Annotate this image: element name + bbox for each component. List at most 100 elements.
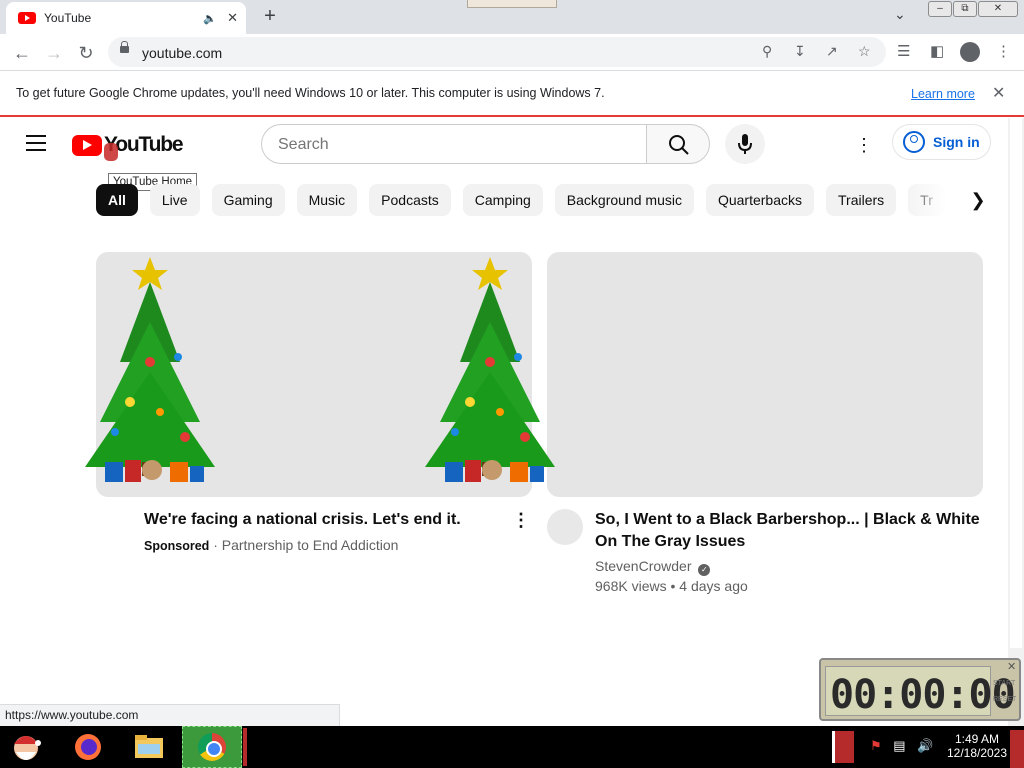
chevron-right-icon[interactable]: ❯ — [966, 188, 990, 212]
status-url-bubble: https://www.youtube.com — [0, 704, 340, 726]
url-text[interactable]: youtube.com — [142, 45, 222, 61]
lock-icon[interactable] — [120, 41, 129, 53]
back-arrow-icon[interactable]: ← — [10, 41, 34, 65]
new-tab-button[interactable]: + — [258, 4, 282, 28]
side-panel-icon[interactable]: ◧ — [930, 42, 944, 60]
media-control-icon[interactable]: ☰ — [897, 42, 910, 60]
taskbar-chrome[interactable] — [182, 726, 242, 768]
chip-camping[interactable]: Camping — [462, 184, 543, 216]
forward-arrow-icon[interactable]: → — [42, 41, 66, 65]
bookmark-star-icon[interactable]: ☆ — [858, 43, 871, 60]
chrome-icon — [198, 733, 226, 761]
chip-trailers[interactable]: Trailers — [826, 184, 897, 216]
chip-podcasts[interactable]: Podcasts — [369, 184, 451, 216]
flag-icon[interactable]: ⚑ — [870, 738, 882, 753]
browser-toolbar: ← → ↻ youtube.com ⚲ ↧ ↗ ☆ ☰ ◧ ⋮ — [0, 34, 1024, 71]
mouse-cursor-icon — [104, 143, 118, 161]
tab-strip: YouTube 🔈 ✕ + ⌄ – ⧉ ✕ — [0, 0, 1024, 34]
address-bar[interactable]: youtube.com ⚲ ↧ ↗ ☆ — [108, 37, 886, 67]
windows-taskbar: ⚑ ▤ 🔊 1:49 AM 12/18/2023 — [0, 726, 1024, 768]
taskbar-explorer[interactable] — [125, 726, 173, 768]
search-input[interactable]: Search — [261, 124, 648, 164]
show-desktop-button[interactable] — [1010, 730, 1024, 768]
magnifier-icon — [669, 135, 689, 155]
search-placeholder: Search — [278, 136, 329, 153]
taskbar-separator — [243, 728, 247, 766]
youtube-play-icon — [72, 134, 102, 156]
avatar[interactable] — [547, 509, 583, 545]
start-button[interactable] — [2, 726, 50, 768]
youtube-masthead: YouTube YouTube Home Search ⋮ Sign in — [0, 118, 1008, 191]
reload-icon[interactable]: ↻ — [74, 41, 98, 65]
youtube-logo[interactable]: YouTube — [72, 133, 184, 157]
close-window-button[interactable]: ✕ — [978, 1, 1018, 17]
voice-search-button[interactable] — [725, 124, 765, 164]
share-icon[interactable]: ↗ — [826, 43, 838, 60]
infobar-message: To get future Google Chrome updates, you… — [16, 86, 605, 100]
video-title-line1[interactable]: So, I Went to a Black Barbershop... | Bl… — [595, 509, 980, 531]
chip-all[interactable]: All — [96, 184, 138, 216]
sign-in-button[interactable]: Sign in — [892, 124, 991, 160]
chip-music[interactable]: Music — [296, 184, 358, 216]
timer-gadget[interactable]: 00:00:00 START RESET ✕ — [819, 658, 1021, 721]
chevron-down-icon[interactable]: ⌄ — [894, 6, 906, 23]
chrome-menu-icon[interactable]: ⋮ — [996, 42, 1011, 60]
close-icon[interactable]: ✕ — [992, 83, 1005, 103]
clock-time: 1:49 AM — [954, 732, 1000, 746]
install-icon[interactable]: ↧ — [794, 43, 806, 60]
video-title[interactable]: We're facing a national crisis. Let's en… — [144, 509, 461, 531]
verified-check-icon: ✓ — [698, 564, 711, 576]
scrollbar-thumb[interactable] — [1010, 118, 1022, 648]
chip-live[interactable]: Live — [149, 184, 200, 216]
volume-icon[interactable]: 🔊 — [917, 738, 933, 753]
timer-display: 00:00:00 — [825, 666, 1016, 718]
tab-youtube[interactable]: YouTube 🔈 ✕ — [6, 2, 246, 34]
learn-more-link[interactable]: Learn more — [911, 87, 975, 101]
close-icon[interactable]: ✕ — [1007, 660, 1016, 673]
taskbar-clock[interactable]: 1:49 AM 12/18/2023 — [946, 732, 1008, 760]
screen: YouTube 🔈 ✕ + ⌄ – ⧉ ✕ ← → ↻ youtube.com … — [0, 0, 1024, 768]
search-button[interactable] — [646, 124, 710, 164]
chip-background-music[interactable]: Background music — [554, 184, 694, 216]
sponsored-label: Sponsored — [144, 539, 210, 553]
close-tab-icon[interactable]: ✕ — [227, 10, 238, 26]
profile-avatar-icon[interactable] — [960, 42, 980, 62]
christmas-tree-decoration — [85, 257, 215, 482]
update-infobar: To get future Google Chrome updates, you… — [0, 71, 1024, 117]
folder-icon — [135, 735, 163, 758]
settings-menu-icon[interactable]: ⋮ — [852, 134, 876, 158]
minimize-button[interactable]: – — [928, 1, 952, 17]
tab-title: YouTube — [44, 11, 92, 25]
channel-row: StevenCrowder ✓ — [595, 558, 711, 576]
meta-separator: · — [213, 537, 218, 553]
channel-name[interactable]: StevenCrowder — [595, 558, 692, 574]
timer-digits: 00:00:00 — [830, 672, 1016, 718]
video-title-line2[interactable]: On The Gray Issues — [595, 531, 745, 553]
christmas-tree-decoration — [425, 257, 555, 482]
hamburger-menu-icon[interactable] — [26, 135, 46, 151]
timer-reset-button[interactable]: RESET — [993, 696, 1016, 703]
network-icon[interactable]: ▤ — [893, 738, 905, 753]
video-menu-icon[interactable]: ⋮ — [512, 510, 530, 531]
santa-start-icon — [14, 736, 41, 760]
ad-meta: Sponsored · Partnership to End Addiction — [144, 537, 398, 553]
system-tray: ⚑ ▤ 🔊 — [870, 738, 933, 754]
timer-start-button[interactable]: START — [993, 680, 1015, 687]
video-thumbnail[interactable] — [547, 252, 983, 497]
video-stats: 968K views • 4 days ago — [595, 578, 748, 594]
firefox-icon — [75, 734, 101, 760]
clock-date: 12/18/2023 — [946, 746, 1008, 760]
restore-button[interactable]: ⧉ — [953, 1, 977, 17]
sign-in-label: Sign in — [933, 134, 980, 150]
window-drag-handle[interactable] — [467, 0, 557, 8]
chips-fade — [900, 184, 960, 216]
chip-gaming[interactable]: Gaming — [211, 184, 285, 216]
search-icon[interactable]: ⚲ — [762, 43, 772, 60]
chip-quarterbacks[interactable]: Quarterbacks — [705, 184, 815, 216]
category-chips: All Live Gaming Music Podcasts Camping Backgro… — [96, 184, 976, 216]
account-icon — [903, 131, 925, 153]
advertiser-name[interactable]: Partnership to End Addiction — [222, 537, 399, 553]
taskbar-tray-marker — [832, 731, 854, 763]
speaker-icon[interactable]: 🔈 — [203, 12, 217, 25]
taskbar-firefox[interactable] — [64, 726, 112, 768]
